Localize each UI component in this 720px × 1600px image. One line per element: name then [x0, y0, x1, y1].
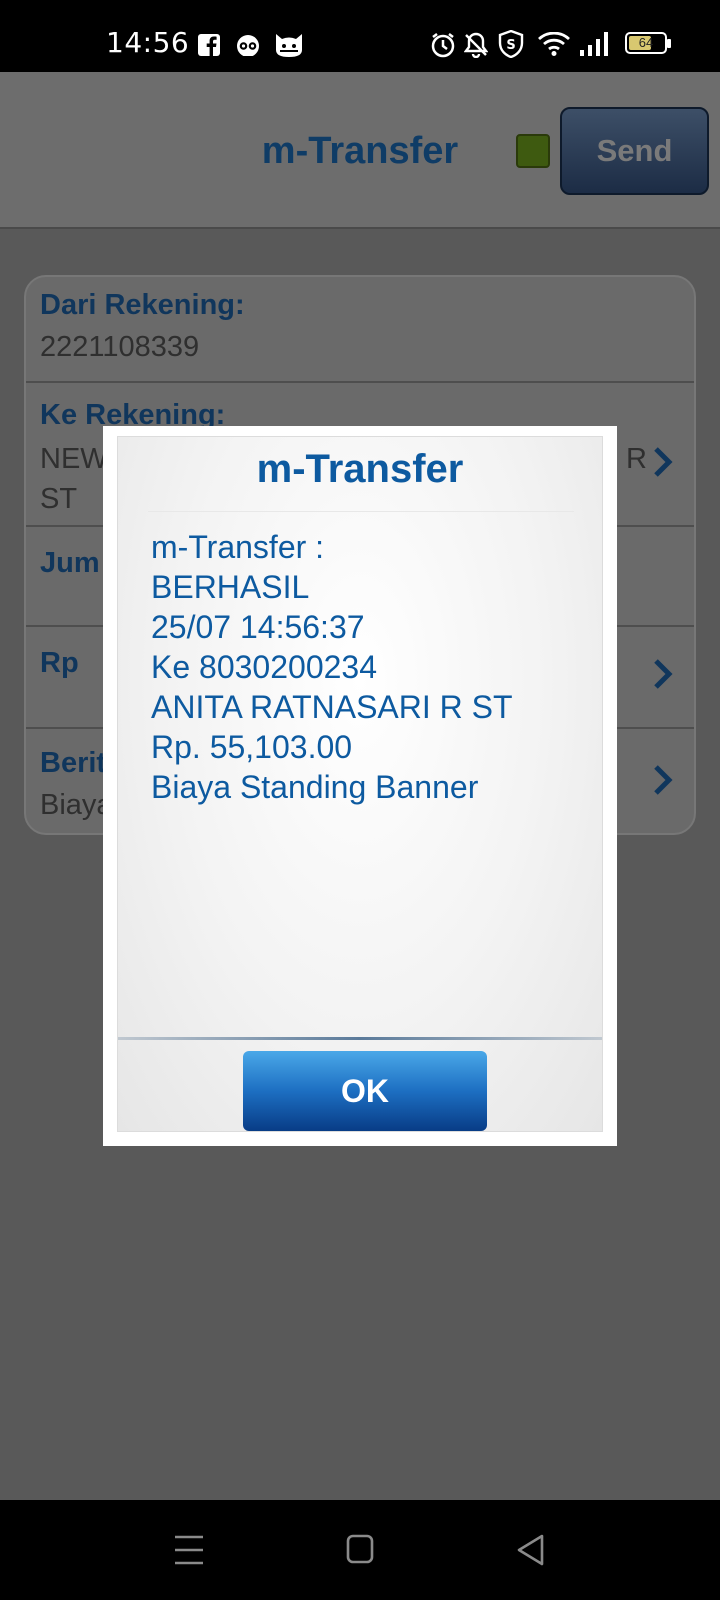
bell-off-icon — [463, 32, 489, 63]
svg-text:S: S — [506, 38, 515, 53]
currency-label: Rp — [40, 647, 79, 679]
to-account-value-line2: ST — [40, 483, 78, 515]
message-line: ANITA RATNASARI R ST — [151, 689, 513, 725]
message-value: Biaya — [40, 789, 113, 821]
ok-button[interactable]: OK — [243, 1051, 487, 1131]
chevron-right-icon[interactable] — [650, 763, 676, 797]
message-label: Berit — [40, 747, 107, 779]
from-account-value: 2221108339 — [40, 331, 200, 363]
tripadvisor-icon — [236, 34, 260, 61]
signal-icon — [580, 32, 612, 61]
battery-level: 64 — [638, 35, 654, 50]
facebook-icon — [198, 34, 220, 61]
result-dialog: m-Transfer m-Transfer : BERHASIL 25/07 1… — [103, 426, 617, 1146]
chevron-right-icon[interactable] — [650, 657, 676, 691]
message-line: BERHASIL — [151, 569, 310, 605]
alarm-icon — [430, 32, 456, 63]
to-account-value-end: R — [626, 443, 647, 475]
battery-icon: 64 — [625, 32, 671, 54]
wifi-icon — [538, 31, 570, 61]
shield-s-icon: S — [498, 29, 524, 63]
dialog-footer-divider — [118, 1037, 602, 1040]
connection-status-indicator — [516, 134, 550, 168]
status-bar: 14:56 S 64 — [0, 0, 720, 72]
send-button[interactable]: Send — [560, 107, 709, 195]
dialog-message: m-Transfer : BERHASIL 25/07 14:56:37 Ke … — [151, 527, 591, 807]
dialog-panel: m-Transfer m-Transfer : BERHASIL 25/07 1… — [117, 436, 603, 1132]
dialog-title: m-Transfer — [256, 447, 464, 491]
battery-tip — [667, 39, 671, 48]
from-account-label: Dari Rekening: — [40, 289, 245, 321]
message-line: Ke 8030200234 — [151, 649, 377, 685]
dialog-divider — [148, 511, 574, 512]
message-line: Biaya Standing Banner — [151, 769, 479, 805]
menu-icon[interactable] — [174, 1534, 204, 1571]
message-line: Rp. 55,103.00 — [151, 729, 353, 765]
cat-face-icon — [274, 30, 304, 63]
amount-label: Jum — [40, 547, 100, 579]
to-account-value-line1: NEW — [40, 443, 108, 475]
chevron-right-icon[interactable] — [650, 445, 676, 479]
navigation-bar — [0, 1500, 720, 1600]
status-time: 14:56 — [106, 26, 190, 59]
from-account-row: Dari Rekening: 2221108339 — [26, 277, 694, 383]
message-line: 25/07 14:56:37 — [151, 609, 365, 645]
back-icon[interactable] — [516, 1534, 546, 1571]
app-header: m-Transfer Send — [0, 72, 720, 229]
message-line: m-Transfer : — [151, 529, 325, 565]
home-icon[interactable] — [346, 1534, 374, 1569]
